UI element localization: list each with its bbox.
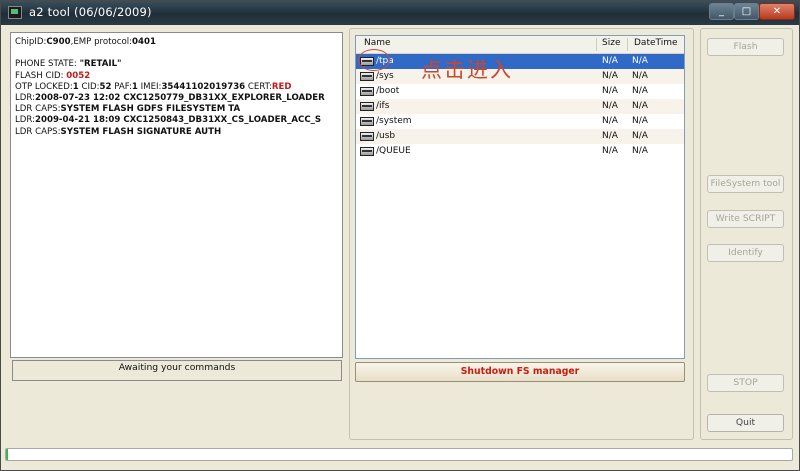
file-name: /usb xyxy=(376,131,396,141)
file-name: /QUEUE xyxy=(376,146,411,156)
maximize-button[interactable]: □ xyxy=(734,3,759,20)
file-datetime: N/A xyxy=(632,116,648,126)
log-segment: IMEI: xyxy=(137,81,162,92)
log-segment xyxy=(15,48,18,58)
log-line: LDR CAPS:SYSTEM FLASH SIGNATURE AUTH xyxy=(15,127,325,138)
file-size: N/A xyxy=(602,146,618,156)
file-name: /boot xyxy=(376,86,400,96)
column-header-size[interactable]: Size xyxy=(602,38,620,48)
file-name: /sys xyxy=(376,71,394,81)
drive-icon xyxy=(360,102,374,111)
log-segment: PHONE STATE: xyxy=(15,59,80,70)
column-header-name[interactable]: Name xyxy=(364,38,391,48)
file-datetime: N/A xyxy=(632,56,648,66)
file-size: N/A xyxy=(602,131,618,141)
file-row[interactable]: /ifs N/A N/A xyxy=(356,99,684,114)
file-row[interactable]: /system N/A N/A xyxy=(356,114,684,129)
log-segment: 52 xyxy=(99,81,112,92)
log-line: ChipID:C900,EMP protocol:0401 xyxy=(15,37,325,48)
log-segment: LDR CAPS: xyxy=(15,126,61,137)
column-divider[interactable] xyxy=(627,38,628,51)
status-message: Awaiting your commands xyxy=(12,360,342,381)
log-line: OTP LOCKED:1 CID:52 PAF:1 IMEI:354411020… xyxy=(15,82,325,93)
log-line xyxy=(15,48,325,59)
file-row[interactable]: /sys N/A N/A xyxy=(356,69,684,84)
log-segment: SYSTEM FLASH SIGNATURE AUTH xyxy=(60,126,222,137)
log-segment: 2009-04-21 18:09 CXC1250843_DB31XX_CS_LO… xyxy=(35,115,322,126)
log-segment: OTP LOCKED: xyxy=(15,81,73,92)
identify-button[interactable]: Identify xyxy=(707,244,784,262)
flash-button[interactable]: Flash xyxy=(707,38,784,56)
log-line: LDR CAPS:SYSTEM FLASH GDFS FILESYSTEM TA xyxy=(15,104,325,115)
log-segment: FLASH CID: xyxy=(15,70,67,81)
log-segment: 0052 xyxy=(66,70,91,81)
file-list[interactable]: Name Size DateTime /tpa N/A N/A/sys N/A N/A /… xyxy=(355,35,685,359)
log-segment: PAF: xyxy=(111,81,132,92)
close-button[interactable]: ✕ xyxy=(759,3,795,20)
file-datetime: N/A xyxy=(632,131,648,141)
drive-icon xyxy=(360,117,374,126)
file-datetime: N/A xyxy=(632,71,648,81)
log-segment: SYSTEM FLASH GDFS FILESYSTEM TA xyxy=(60,104,241,115)
progress-fill xyxy=(6,449,9,460)
file-name: /system xyxy=(376,116,412,126)
log-segment: LDR: xyxy=(15,93,36,104)
file-size: N/A xyxy=(602,56,618,66)
shutdown-fs-manager-button[interactable]: Shutdown FS manager xyxy=(355,362,685,382)
file-size: N/A xyxy=(602,101,618,111)
column-divider[interactable] xyxy=(596,38,597,51)
window-title: a2 tool (06/06/2009) xyxy=(29,5,152,19)
file-datetime: N/A xyxy=(632,86,648,96)
file-row[interactable]: /usb N/A N/A xyxy=(356,129,684,144)
log-segment: 0401 xyxy=(132,37,156,47)
file-datetime: N/A xyxy=(632,146,648,156)
log-segment: "RETAIL" xyxy=(79,59,122,70)
file-size: N/A xyxy=(602,116,618,126)
drive-icon xyxy=(360,132,374,141)
file-size: N/A xyxy=(602,86,618,96)
log-segment: 35441102019736 xyxy=(161,81,246,92)
log-segment: 2008-07-23 12:02 CXC1250779_DB31XX_EXPLO… xyxy=(35,93,325,104)
progress-bar xyxy=(5,448,793,461)
log-segment: CID: xyxy=(78,81,100,92)
quit-button[interactable]: Quit xyxy=(707,414,784,432)
a2-tool-window: a2 tool (06/06/2009) _ □ ✕ ChipID:C900,E… xyxy=(0,0,800,471)
app-icon xyxy=(8,6,22,19)
drive-icon xyxy=(360,72,374,81)
drive-icon xyxy=(360,147,374,156)
log-segment: LDR CAPS: xyxy=(15,104,61,115)
log-output-panel[interactable]: ChipID:C900,EMP protocol:0401 PHONE STAT… xyxy=(10,32,343,358)
log-line: FLASH CID: 0052 xyxy=(15,71,325,82)
file-row[interactable]: /boot N/A N/A xyxy=(356,84,684,99)
log-segment: LDR: xyxy=(15,115,36,126)
log-line: LDR:2008-07-23 12:02 CXC1250779_DB31XX_E… xyxy=(15,93,325,104)
log-line: LDR:2009-04-21 18:09 CXC1250843_DB31XX_C… xyxy=(15,115,325,126)
log-segment: C900 xyxy=(46,37,71,47)
file-name: /ifs xyxy=(376,101,390,111)
file-row[interactable]: /tpa N/A N/A xyxy=(356,54,684,69)
file-size: N/A xyxy=(602,71,618,81)
file-datetime: N/A xyxy=(632,101,648,111)
filesystem-tool-button[interactable]: FileSystem tool xyxy=(707,175,784,193)
log-segment: RED xyxy=(271,81,292,92)
log-line: PHONE STATE: "RETAIL" xyxy=(15,59,325,70)
log-segment: CERT: xyxy=(245,81,272,92)
annotation-circle xyxy=(358,49,390,71)
file-row[interactable]: /QUEUE N/A N/A xyxy=(356,144,684,159)
log-text: ChipID:C900,EMP protocol:0401 PHONE STAT… xyxy=(15,37,325,138)
file-list-header: Name Size DateTime xyxy=(356,36,684,54)
log-segment: ChipID: xyxy=(15,37,47,47)
drive-icon xyxy=(360,87,374,96)
log-segment: ,EMP protocol: xyxy=(70,37,133,47)
title-bar[interactable]: a2 tool (06/06/2009) _ □ ✕ xyxy=(1,1,799,25)
write-script-button[interactable]: Write SCRIPT xyxy=(707,210,784,228)
minimize-button[interactable]: _ xyxy=(709,3,734,20)
annotation-text: 点击进入 xyxy=(421,58,513,82)
column-header-datetime[interactable]: DateTime xyxy=(634,38,678,48)
stop-button[interactable]: STOP xyxy=(707,374,784,392)
